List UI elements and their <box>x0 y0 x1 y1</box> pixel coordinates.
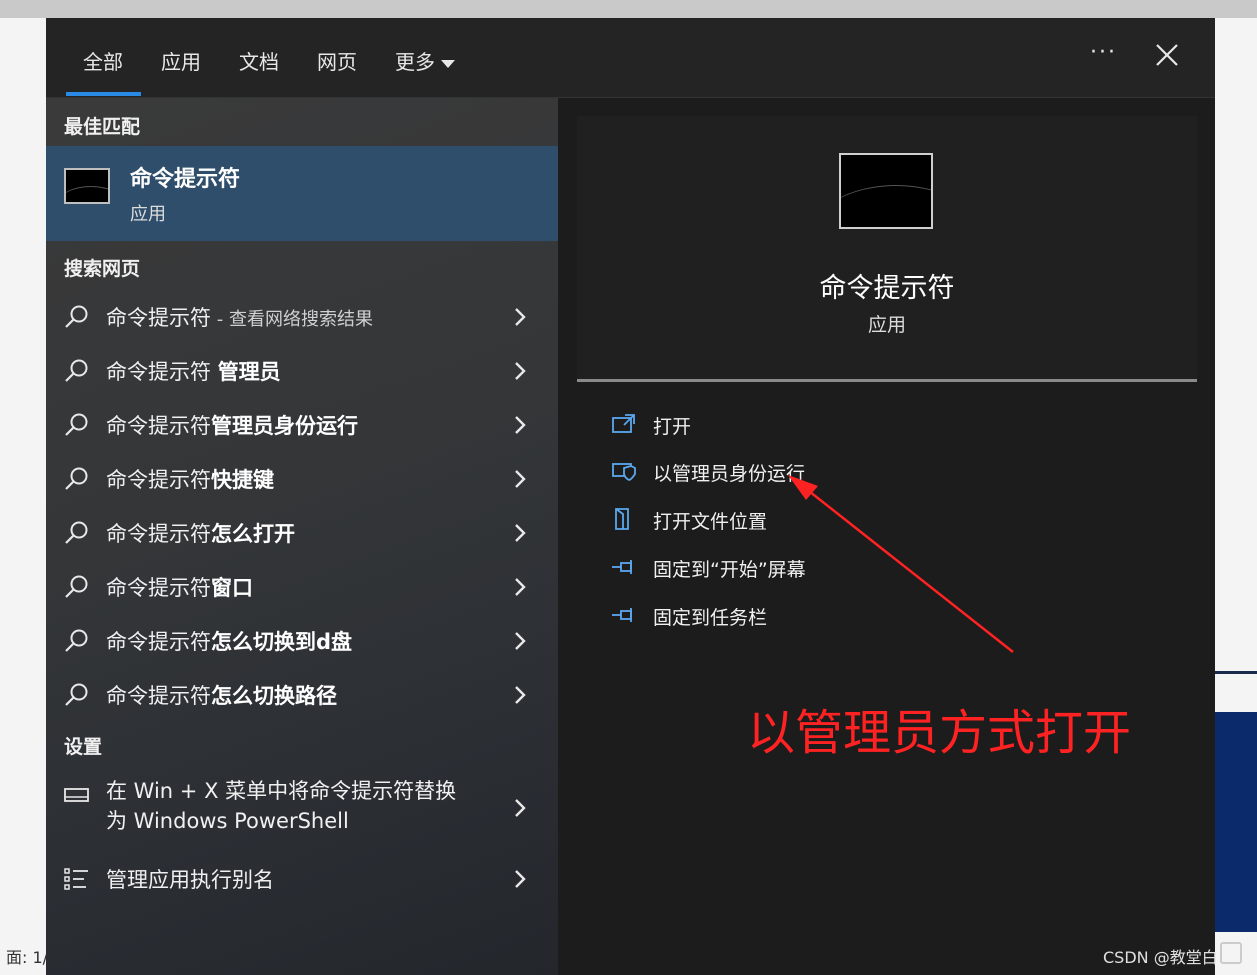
tab-all[interactable]: 全部 <box>83 46 123 75</box>
close-icon[interactable] <box>1154 42 1180 68</box>
chevron-right-icon <box>515 799 526 817</box>
web-result-label: 命令提示符快捷键 <box>106 468 274 492</box>
list-icon <box>64 868 88 890</box>
background-right-blue-block <box>1215 712 1257 932</box>
cmd-app-large-icon <box>839 153 933 229</box>
web-result-label: 命令提示符窗口 <box>106 576 253 600</box>
web-result-label: 命令提示符怎么打开 <box>106 522 295 546</box>
search-icon <box>65 629 88 652</box>
annotation-text: 以管理员方式打开 <box>747 705 1132 761</box>
settings-result-label: 管理应用执行别名 <box>106 868 274 892</box>
search-icon <box>65 413 88 436</box>
best-match-title: 命令提示符 <box>130 167 241 192</box>
chevron-right-icon <box>515 524 526 542</box>
web-result-item[interactable]: 命令提示符 管理员 <box>46 344 558 398</box>
detail-divider <box>577 379 1197 382</box>
tab-more[interactable]: 更多 <box>395 46 455 75</box>
web-result-item[interactable]: 命令提示符怎么切换到d盘 <box>46 614 558 668</box>
chevron-right-icon <box>515 686 526 704</box>
search-icon <box>65 467 88 490</box>
action-open-label: 打开 <box>653 416 692 438</box>
chevron-down-icon <box>441 59 455 68</box>
settings-result-item[interactable]: 管理应用执行别名 <box>46 852 558 906</box>
web-result-label: 命令提示符管理员身份运行 <box>106 414 358 438</box>
chevron-right-icon <box>515 870 526 888</box>
search-icon <box>65 575 88 598</box>
action-run-as-admin[interactable]: 以管理员身份运行 <box>607 455 1107 489</box>
chevron-right-icon <box>515 470 526 488</box>
open-icon <box>612 414 635 433</box>
detail-card: 命令提示符 应用 <box>577 116 1197 381</box>
background-left-strip <box>0 18 46 975</box>
web-result-label: 命令提示符 - 查看网络搜索结果 <box>106 306 373 330</box>
section-search-web: 搜索网页 <box>64 258 141 280</box>
action-pin-to-start-label: 固定到“开始”屏幕 <box>653 559 806 581</box>
web-result-item[interactable]: 命令提示符快捷键 <box>46 452 558 506</box>
shield-icon <box>612 463 636 481</box>
best-match-item[interactable]: 命令提示符 应用 <box>46 146 558 241</box>
best-match-subtitle: 应用 <box>130 204 166 225</box>
background-right-line <box>1215 671 1257 674</box>
chevron-right-icon <box>515 362 526 380</box>
action-open-file-location[interactable]: 打开文件位置 <box>607 503 1107 537</box>
detail-pane: 命令提示符 应用 打开 以管理员身份运行 打开文件位置 固定到“开始”屏幕 固定… <box>558 98 1215 975</box>
detail-subtitle: 应用 <box>867 314 906 336</box>
active-tab-indicator <box>66 92 141 96</box>
tab-web[interactable]: 网页 <box>317 46 357 75</box>
search-tabs-bar: 全部 应用 文档 网页 更多 ··· <box>46 18 1215 98</box>
search-flyout: 全部 应用 文档 网页 更多 ··· 最佳匹配 命令提示符 应用 搜索网页 命令… <box>46 18 1215 975</box>
web-result-item[interactable]: 命令提示符窗口 <box>46 560 558 614</box>
chevron-right-icon <box>515 632 526 650</box>
web-result-label: 命令提示符 管理员 <box>106 360 281 384</box>
action-pin-to-taskbar[interactable]: 固定到任务栏 <box>607 599 1107 633</box>
detail-title: 命令提示符 <box>819 273 955 304</box>
folder-icon <box>615 508 629 530</box>
settings-result-item[interactable]: 在 Win + X 菜单中将命令提示符替换为 Windows PowerShel… <box>46 768 558 848</box>
tab-apps[interactable]: 应用 <box>161 46 201 75</box>
section-settings: 设置 <box>64 736 103 758</box>
web-result-label: 命令提示符怎么切换到d盘 <box>106 630 353 654</box>
search-icon <box>65 521 88 544</box>
web-result-item[interactable]: 命令提示符怎么切换路径 <box>46 668 558 722</box>
action-run-as-admin-label: 以管理员身份运行 <box>653 463 806 485</box>
chevron-right-icon <box>515 578 526 596</box>
results-pane: 最佳匹配 命令提示符 应用 搜索网页 命令提示符 - 查看网络搜索结果 命令提示… <box>46 98 558 975</box>
web-result-item[interactable]: 命令提示符管理员身份运行 <box>46 398 558 452</box>
chevron-right-icon <box>515 308 526 326</box>
action-pin-to-start[interactable]: 固定到“开始”屏幕 <box>607 551 1107 585</box>
background-page-fragment: 面: 1/ <box>6 948 49 967</box>
action-pin-to-taskbar-label: 固定到任务栏 <box>653 607 768 629</box>
search-icon <box>65 683 88 706</box>
pin-icon <box>612 560 632 574</box>
search-icon <box>65 305 88 328</box>
background-top-strip <box>0 0 1257 18</box>
action-open-file-location-label: 打开文件位置 <box>653 511 768 533</box>
monitor-icon <box>64 788 89 802</box>
tab-more-label: 更多 <box>395 50 435 74</box>
pin-icon <box>612 608 632 622</box>
section-best-match: 最佳匹配 <box>64 116 141 138</box>
settings-result-label: 在 Win + X 菜单中将命令提示符替换为 Windows PowerShel… <box>106 779 457 833</box>
watermark: CSDN @教堂白 <box>1103 948 1218 967</box>
web-result-item[interactable]: 命令提示符怎么打开 <box>46 506 558 560</box>
chevron-right-icon <box>515 416 526 434</box>
more-options-icon[interactable]: ··· <box>1090 40 1117 65</box>
web-result-item[interactable]: 命令提示符 - 查看网络搜索结果 <box>46 290 558 344</box>
cmd-app-icon <box>64 168 110 204</box>
watermark-icon <box>1220 942 1242 964</box>
web-result-label: 命令提示符怎么切换路径 <box>106 684 337 708</box>
tab-documents[interactable]: 文档 <box>239 46 279 75</box>
search-icon <box>65 359 88 382</box>
action-open[interactable]: 打开 <box>607 408 1107 442</box>
